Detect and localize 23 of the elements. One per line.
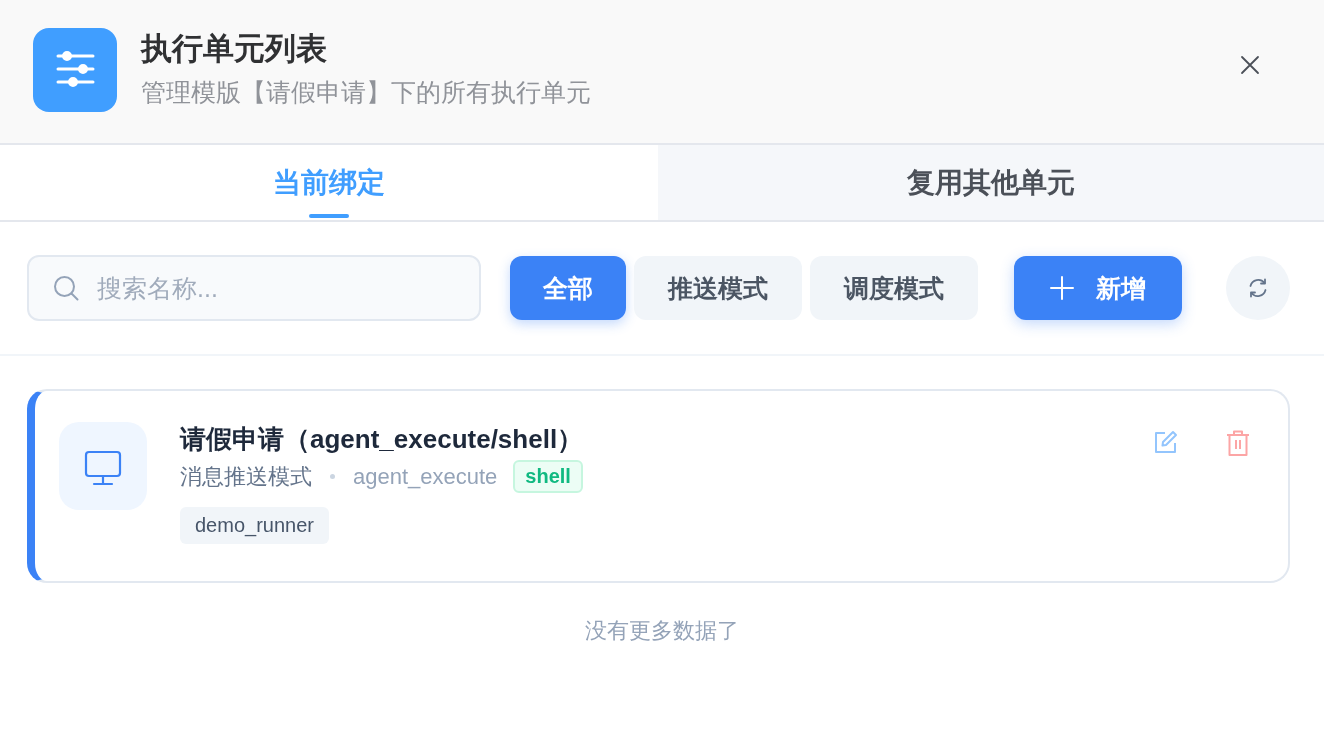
dialog-subtitle: 管理模版【请假申请】下的所有执行单元 <box>141 77 592 108</box>
plus-icon <box>1050 276 1074 300</box>
end-of-list-text: 没有更多数据了 <box>585 617 739 645</box>
refresh-icon <box>1247 277 1269 299</box>
search-icon <box>53 275 79 301</box>
search-field[interactable]: 搜索名称... <box>27 255 481 321</box>
type-badge: shell <box>513 460 583 493</box>
dialog-title: 执行单元列表 <box>141 30 328 68</box>
dot-icon <box>330 474 335 479</box>
add-button[interactable]: 新增 <box>1014 256 1182 320</box>
filter-button[interactable]: 推送模式 <box>634 256 802 320</box>
close-icon[interactable] <box>1240 54 1260 75</box>
unit-mode: 消息推送模式 <box>180 462 312 491</box>
unit-title: 请假申请（agent_execute/shell） <box>180 423 585 456</box>
executor-name: agent_execute <box>353 463 498 490</box>
monitor-icon <box>59 422 147 510</box>
filter-button[interactable]: 调度模式 <box>810 256 978 320</box>
runner-tag: demo_runner <box>180 507 329 544</box>
tab[interactable]: 复用其他单元 <box>658 145 1324 220</box>
filter-button[interactable]: 全部 <box>510 256 626 320</box>
sliders-icon <box>33 27 117 112</box>
trash-icon[interactable] <box>1226 430 1250 456</box>
edit-icon[interactable] <box>1154 430 1178 454</box>
